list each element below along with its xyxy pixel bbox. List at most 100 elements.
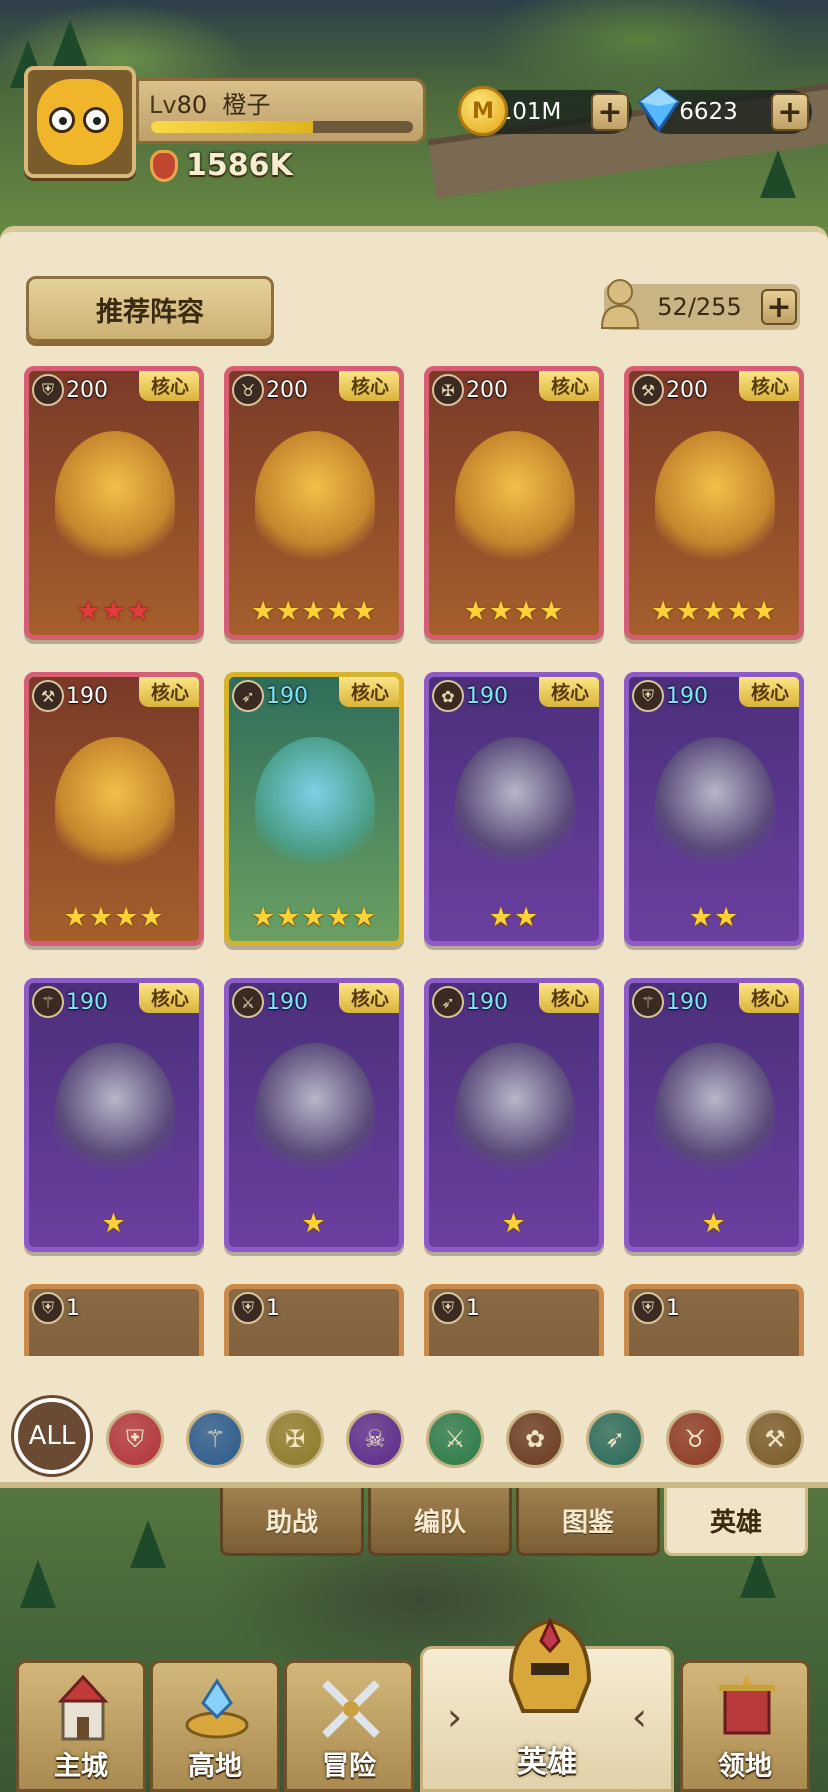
hero-level-badge: ⚚ 190 bbox=[632, 986, 708, 1018]
hero-card[interactable]: ➶ 190 核心 ★★★★★ bbox=[224, 672, 404, 946]
hero-card[interactable]: ⛨ 1 bbox=[224, 1284, 404, 1356]
filter-staff-icon[interactable]: ⚚ bbox=[186, 1410, 244, 1468]
core-tag: 核心 bbox=[139, 983, 199, 1013]
nav-highland[interactable]: 高地 bbox=[150, 1660, 280, 1792]
hero-level: 200 bbox=[666, 377, 708, 403]
hero-card[interactable]: ⛨ 1 bbox=[624, 1284, 804, 1356]
subtab-3[interactable]: 英雄 bbox=[664, 1488, 808, 1556]
player-avatar[interactable] bbox=[24, 66, 136, 178]
tree-decoration bbox=[52, 20, 88, 68]
hero-portrait bbox=[55, 431, 175, 571]
hero-level-badge: ⛨ 190 bbox=[632, 680, 708, 712]
filter-bow-icon[interactable]: ➶ bbox=[586, 1410, 644, 1468]
bow-icon: ➶ bbox=[432, 986, 464, 1018]
nav-adventure[interactable]: 冒险 bbox=[284, 1660, 414, 1792]
hero-star-rating: ★★ bbox=[429, 902, 599, 933]
hero-level-badge: ⚔ 190 bbox=[232, 986, 308, 1018]
shield-icon: ⛨ bbox=[232, 1292, 264, 1324]
star-icon: ★ bbox=[139, 902, 165, 933]
star-icon: ★ bbox=[250, 902, 277, 933]
filter-hammer-icon[interactable]: ⚒ bbox=[746, 1410, 804, 1468]
hero-level-badge: ⛨ 1 bbox=[232, 1292, 280, 1324]
nav-label-territory: 领地 bbox=[718, 1751, 772, 1782]
hero-card[interactable]: ✠ 200 核心 ★★★★ bbox=[424, 366, 604, 640]
star-icon: ★ bbox=[650, 596, 677, 627]
core-tag: 核心 bbox=[539, 983, 599, 1013]
filter-all-button[interactable]: ALL bbox=[14, 1398, 90, 1474]
hero-portrait bbox=[455, 1043, 575, 1183]
avatar-eye bbox=[49, 107, 75, 133]
filter-skull-icon[interactable]: ☠ bbox=[346, 1410, 404, 1468]
subtab-0[interactable]: 助战 bbox=[220, 1488, 364, 1556]
hero-level: 190 bbox=[466, 683, 508, 709]
star-icon: ★ bbox=[351, 596, 378, 627]
paw-icon: ✿ bbox=[432, 680, 464, 712]
hero-portrait bbox=[655, 1043, 775, 1183]
hero-level: 200 bbox=[66, 377, 108, 403]
star-icon: ★ bbox=[726, 596, 752, 627]
star-icon: ★ bbox=[501, 1208, 527, 1239]
filter-crossed-daggers-icon[interactable]: ⚔ bbox=[426, 1410, 484, 1468]
star-icon: ★ bbox=[688, 902, 714, 933]
hero-card[interactable]: ⛨ 190 核心 ★★ bbox=[624, 672, 804, 946]
hero-card[interactable]: ⛨ 1 bbox=[424, 1284, 604, 1356]
hero-card[interactable]: ♉ 200 核心 ★★★★★ bbox=[224, 366, 404, 640]
star-icon: ★ bbox=[326, 902, 352, 933]
hero-level: 1 bbox=[66, 1295, 80, 1321]
shield-icon: ⛨ bbox=[32, 374, 64, 406]
star-icon: ★ bbox=[250, 596, 277, 627]
core-tag: 核心 bbox=[339, 983, 399, 1013]
hero-star-rating: ★★★★★ bbox=[229, 596, 399, 627]
hero-card[interactable]: ⚒ 200 核心 ★★★★★ bbox=[624, 366, 804, 640]
filter-paw-icon[interactable]: ✿ bbox=[506, 1410, 564, 1468]
nav-label-heroes: 英雄 bbox=[517, 1745, 577, 1780]
hero-card[interactable]: ⚚ 190 核心 ★ bbox=[624, 978, 804, 1252]
subtab-2[interactable]: 图鉴 bbox=[516, 1488, 660, 1556]
add-coins-button[interactable]: + bbox=[591, 93, 629, 131]
hero-portrait bbox=[55, 1043, 175, 1183]
hero-card[interactable]: ⚚ 190 核心 ★ bbox=[24, 978, 204, 1252]
nav-territory[interactable]: 领地 bbox=[680, 1660, 810, 1792]
hero-star-rating: ★ bbox=[629, 1208, 799, 1239]
hero-card[interactable]: ⛨ 200 核心 ★★★ bbox=[24, 366, 204, 640]
recommend-lineup-button[interactable]: 推荐阵容 bbox=[26, 276, 274, 342]
player-level-text: Lv80 橙子 bbox=[149, 85, 270, 120]
star-icon: ★ bbox=[276, 902, 302, 933]
hero-portrait bbox=[255, 737, 375, 877]
hero-card[interactable]: ✿ 190 核心 ★★ bbox=[424, 672, 604, 946]
hero-portrait bbox=[55, 737, 175, 877]
hero-card[interactable]: ➶ 190 核心 ★ bbox=[424, 978, 604, 1252]
filter-ox-skull-icon[interactable]: ♉ bbox=[666, 1410, 724, 1468]
nav-main-city[interactable]: 主城 bbox=[16, 1660, 146, 1792]
add-gems-button[interactable]: + bbox=[771, 93, 809, 131]
staff-icon: ⚚ bbox=[632, 986, 664, 1018]
filter-winged-emblem-icon[interactable]: ✠ bbox=[266, 1410, 324, 1468]
hero-level-badge: ⚒ 190 bbox=[32, 680, 108, 712]
expand-capacity-button[interactable]: + bbox=[761, 289, 797, 325]
bottom-navigation: 主城 高地 冒险 领地 bbox=[0, 1660, 828, 1792]
hero-card[interactable]: ⚒ 190 核心 ★★★★ bbox=[24, 672, 204, 946]
star-icon: ★ bbox=[126, 596, 152, 627]
filter-shield-icon[interactable]: ⛨ bbox=[106, 1410, 164, 1468]
hero-star-rating: ★★★★ bbox=[429, 596, 599, 627]
hero-card[interactable]: ⛨ 1 bbox=[24, 1284, 204, 1356]
hero-level: 190 bbox=[266, 989, 308, 1015]
core-tag: 核心 bbox=[139, 371, 199, 401]
core-tag: 核心 bbox=[739, 983, 799, 1013]
hero-level: 200 bbox=[266, 377, 308, 403]
xp-bar bbox=[151, 121, 413, 133]
crossed-swords-icon bbox=[322, 1680, 380, 1738]
hero-card[interactable]: ⚔ 190 核心 ★ bbox=[224, 978, 404, 1252]
core-tag: 核心 bbox=[339, 371, 399, 401]
star-icon: ★ bbox=[463, 596, 489, 627]
subtab-1[interactable]: 编队 bbox=[368, 1488, 512, 1556]
nav-heroes[interactable]: › ‹ 英雄 bbox=[420, 1617, 674, 1792]
nav-label-highland: 高地 bbox=[188, 1751, 242, 1782]
hero-level-badge: ⚒ 200 bbox=[632, 374, 708, 406]
core-tag: 核心 bbox=[739, 677, 799, 707]
player-level-plate[interactable]: Lv80 橙子 bbox=[136, 78, 426, 144]
coin-counter: M 101M + bbox=[458, 86, 632, 136]
hero-level: 1 bbox=[666, 1295, 680, 1321]
star-icon: ★ bbox=[751, 596, 778, 627]
core-tag: 核心 bbox=[339, 677, 399, 707]
